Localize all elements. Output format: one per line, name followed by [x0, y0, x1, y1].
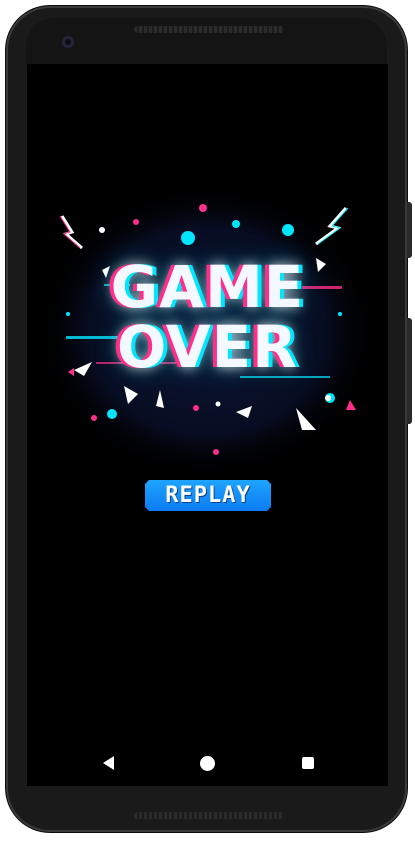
android-nav-bar — [27, 740, 388, 786]
home-circle-icon — [199, 755, 215, 771]
back-triangle-icon — [102, 756, 114, 770]
nav-back-button[interactable] — [98, 753, 118, 773]
nav-home-button[interactable] — [197, 753, 217, 773]
earpiece-speaker — [134, 26, 284, 33]
power-button — [407, 202, 412, 258]
game-over-title-line1: GAME — [110, 253, 305, 321]
bottom-speaker — [134, 812, 284, 819]
volume-rocker — [407, 318, 412, 424]
replay-button[interactable]: REPLAY — [145, 480, 271, 511]
recents-square-icon — [302, 757, 314, 769]
game-screen: GAME OVER REPLAY — [27, 64, 388, 786]
nav-recents-button[interactable] — [298, 753, 318, 773]
front-camera-icon — [62, 36, 74, 48]
game-over-title-line2: OVER — [117, 313, 298, 381]
